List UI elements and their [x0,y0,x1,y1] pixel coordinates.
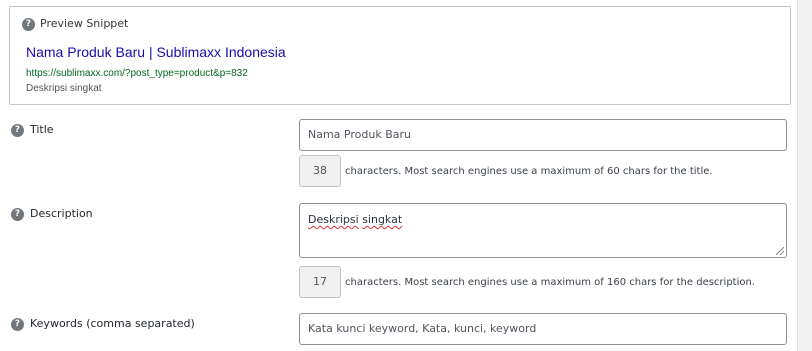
description-value-word-1: Deskripsi [308,213,359,226]
keywords-input[interactable]: Kata kunci keyword, Kata, kunci, keyword [299,313,787,345]
snippet-title: Nama Produk Baru | Sublimaxx Indonesia [26,44,286,60]
help-icon[interactable]: ? [22,18,35,31]
keywords-help-icon[interactable]: ? [11,318,24,331]
preview-snippet-label: Preview Snippet [40,17,129,30]
title-char-counter: 38 [299,155,341,187]
snippet-description: Deskripsi singkat [26,83,102,94]
title-label: Title [30,123,54,136]
description-char-counter: 17 [299,266,341,298]
description-help-icon[interactable]: ? [11,208,24,221]
description-value-word-2: singkat [362,213,403,226]
keywords-label: Keywords (comma separated) [30,317,195,330]
resize-handle-icon[interactable] [776,247,784,255]
description-label: Description [30,207,93,220]
seo-settings-panel: ? Preview Snippet Nama Produk Baru | Sub… [0,0,812,351]
snippet-url: https://sublimaxx.com/?post_type=product… [26,68,248,79]
title-input[interactable]: Nama Produk Baru [299,119,787,151]
preview-snippet-box: ? Preview Snippet Nama Produk Baru | Sub… [9,6,791,105]
description-counter-note: characters. Most search engines use a ma… [345,277,755,288]
right-edge-panel [797,0,812,351]
description-textarea[interactable]: Deskripsi singkat [299,203,787,258]
title-counter-note: characters. Most search engines use a ma… [345,166,713,177]
title-help-icon[interactable]: ? [11,124,24,137]
